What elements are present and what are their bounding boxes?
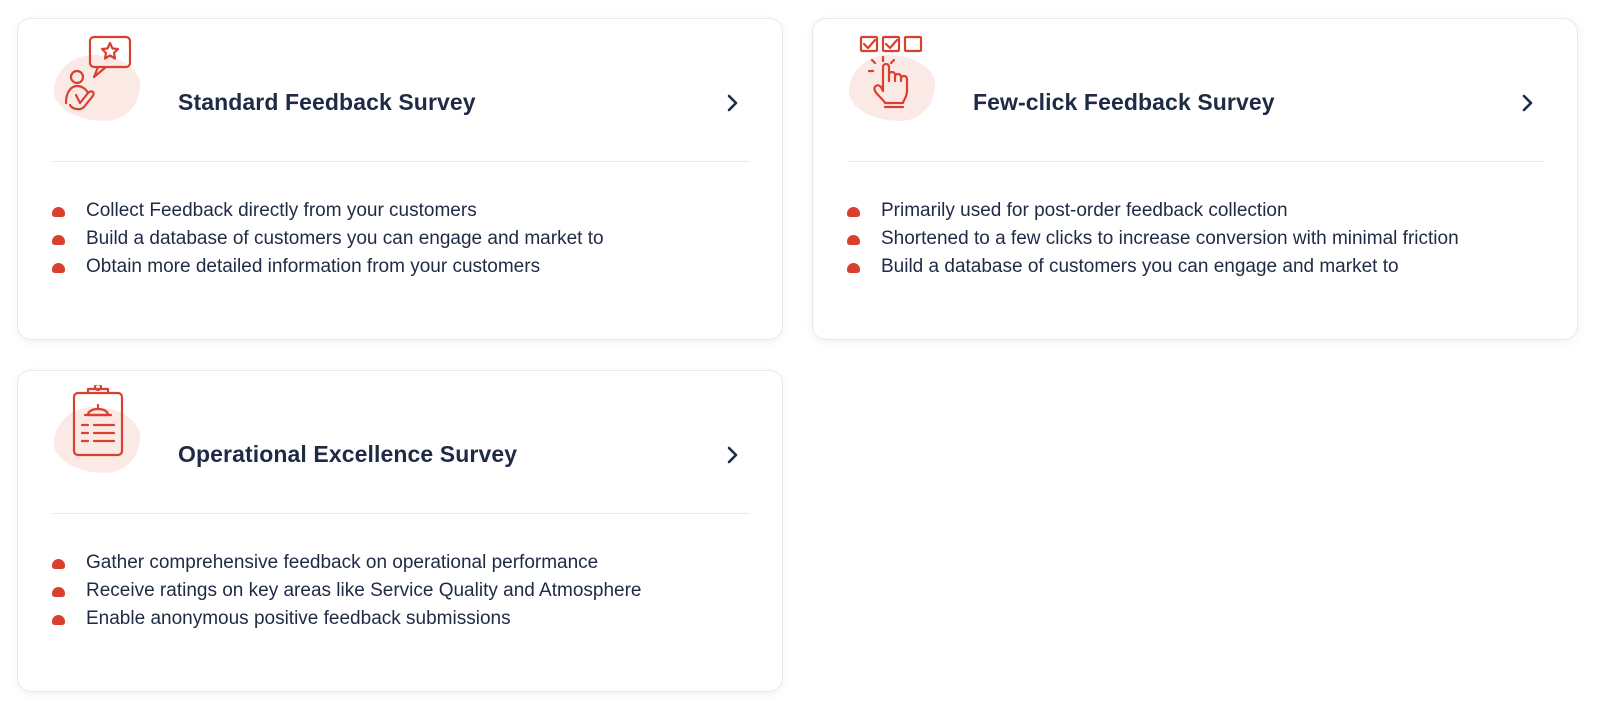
card-header: Standard Feedback Survey [52,33,750,143]
divider [847,161,1545,162]
list-item: Primarily used for post-order feedback c… [847,197,1459,225]
list-item: Enable anonymous positive feedback submi… [52,605,642,633]
survey-card-few-click[interactable]: Few-click Feedback Survey Primarily used… [812,18,1578,340]
bullet-dot [847,207,860,217]
list-item: Collect Feedback directly from your cust… [52,197,604,225]
bullet-dot [52,207,65,217]
feature-list: Collect Feedback directly from your cust… [52,197,604,281]
bullet-dot [52,587,65,597]
card-title: Operational Excellence Survey [178,441,518,467]
feature-list: Primarily used for post-order feedback c… [847,197,1459,281]
survey-grid: Standard Feedback Survey Collect Feedbac… [0,0,1600,709]
bullet-dot [847,263,860,273]
chevron-right-icon[interactable] [722,93,742,113]
list-item: Gather comprehensive feedback on operati… [52,549,642,577]
list-item: Shortened to a few clicks to increase co… [847,225,1459,253]
checkbox-click-icon [847,33,939,125]
feedback-person-star-icon [52,33,144,125]
card-title: Standard Feedback Survey [178,89,476,115]
divider [52,513,750,514]
survey-card-operational-excellence[interactable]: Operational Excellence Survey Gather com… [17,370,783,692]
list-item: Build a database of customers you can en… [52,225,604,253]
chevron-right-icon[interactable] [1517,93,1537,113]
chevron-right-icon[interactable] [722,445,742,465]
divider [52,161,750,162]
bullet-dot [52,559,65,569]
card-header: Few-click Feedback Survey [847,33,1545,143]
card-title: Few-click Feedback Survey [973,89,1275,115]
list-item: Build a database of customers you can en… [847,253,1459,281]
bullet-dot [847,235,860,245]
list-item: Receive ratings on key areas like Servic… [52,577,642,605]
bullet-dot [52,263,65,273]
bullet-dot [52,615,65,625]
clipboard-bell-icon [52,385,144,477]
feature-list: Gather comprehensive feedback on operati… [52,549,642,633]
survey-card-standard[interactable]: Standard Feedback Survey Collect Feedbac… [17,18,783,340]
bullet-dot [52,235,65,245]
list-item: Obtain more detailed information from yo… [52,253,604,281]
card-header: Operational Excellence Survey [52,385,750,495]
